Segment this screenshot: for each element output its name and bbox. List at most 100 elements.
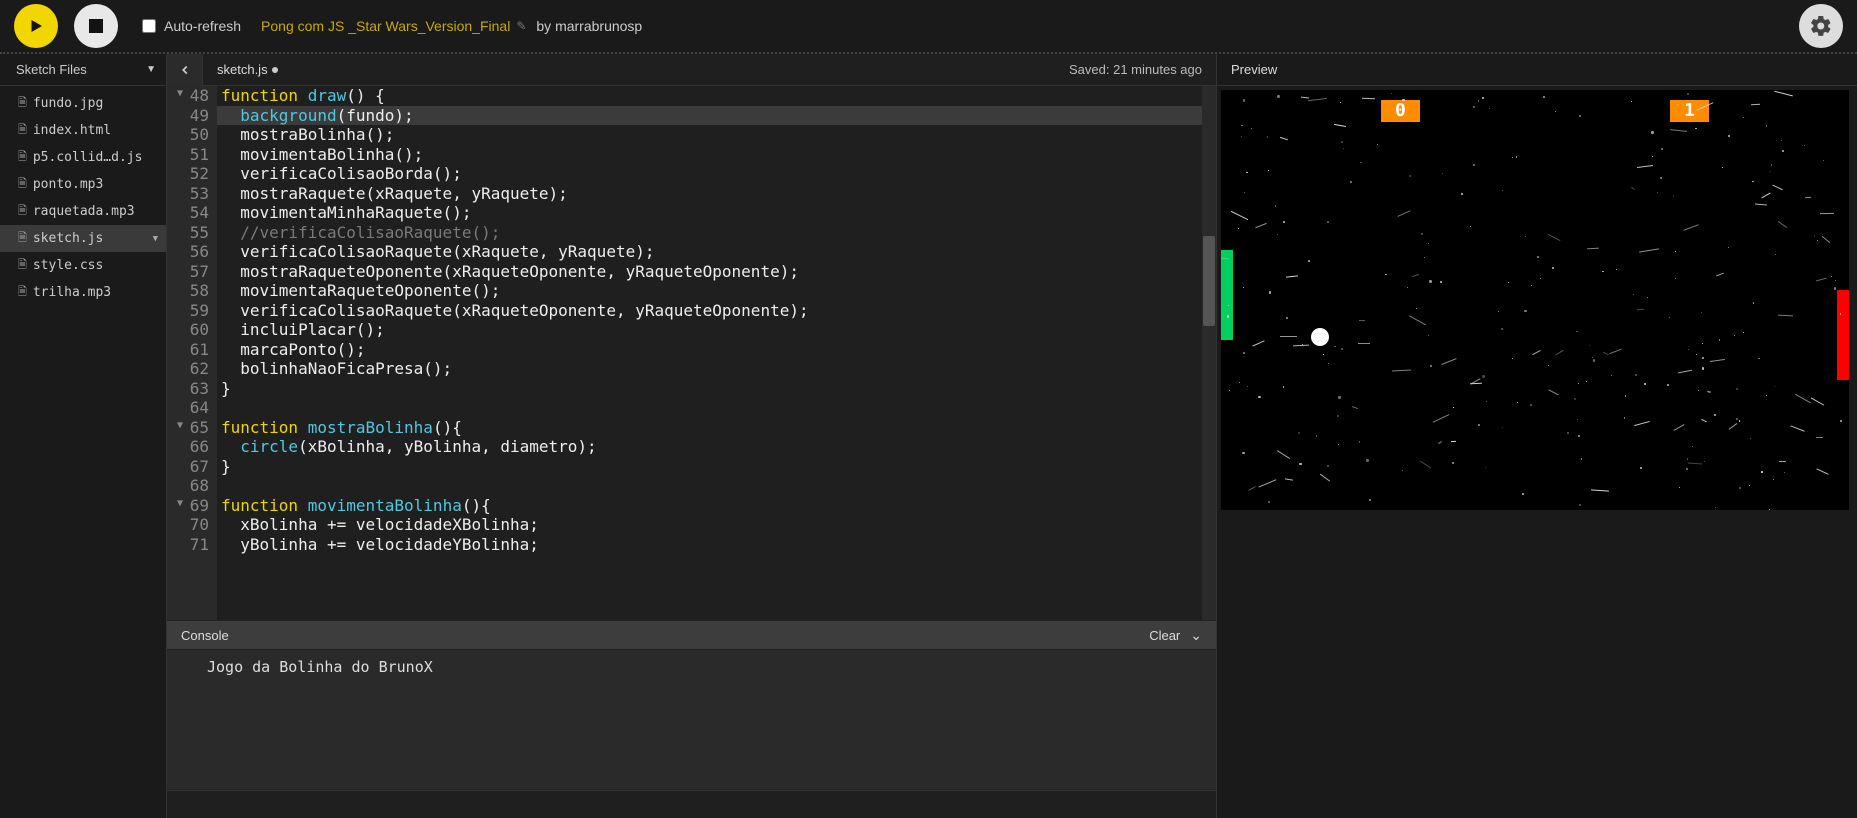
star	[1283, 221, 1285, 223]
preview-canvas[interactable]: 0 1	[1221, 90, 1849, 510]
file-sidebar: Sketch Files ▼ 🗎fundo.jpg🗎index.html🗎p5.…	[0, 54, 166, 818]
file-item[interactable]: 🗎style.css	[0, 252, 166, 279]
star	[1508, 282, 1509, 283]
chevron-down-icon[interactable]: ⌄	[1190, 627, 1202, 644]
file-item[interactable]: 🗎ponto.mp3	[0, 171, 166, 198]
star	[1341, 141, 1343, 143]
scrollbar-thumb[interactable]	[1203, 236, 1215, 326]
code-line[interactable]: xBolinha += velocidadeXBolinha;	[217, 515, 1202, 535]
file-item[interactable]: 🗎raquetada.mp3	[0, 198, 166, 225]
vertical-scrollbar[interactable]	[1202, 86, 1216, 620]
star	[1552, 267, 1554, 269]
code-line[interactable]: circle(xBolinha, yBolinha, diametro);	[217, 437, 1202, 457]
code-line[interactable]: function draw() {	[217, 86, 1202, 106]
code-line[interactable]: function movimentaBolinha(){	[217, 496, 1202, 516]
code-line[interactable]	[217, 476, 1202, 496]
star	[1719, 339, 1720, 340]
star	[1766, 395, 1768, 397]
console-header: Console Clear ⌄	[167, 620, 1216, 650]
fold-icon[interactable]: ▼	[177, 498, 183, 510]
code-line[interactable]: mostraRaquete(xRaquete, yRaquete);	[217, 184, 1202, 204]
star	[1451, 441, 1456, 442]
star	[1461, 193, 1463, 195]
star	[1385, 274, 1387, 276]
collapse-sidebar-button[interactable]	[167, 54, 203, 86]
file-item[interactable]: 🗎p5.collid…d.js	[0, 144, 166, 171]
code-line[interactable]: background(fundo);	[217, 106, 1202, 126]
code-line[interactable]: }	[217, 457, 1202, 477]
code-line[interactable]: mostraBolinha();	[217, 125, 1202, 145]
play-button[interactable]	[14, 4, 58, 48]
code-line[interactable]: mostraRaqueteOponente(xRaqueteOponente, …	[217, 262, 1202, 282]
code-line[interactable]: yBolinha += velocidadeYBolinha;	[217, 535, 1202, 555]
code-line[interactable]	[217, 398, 1202, 418]
star	[1778, 221, 1788, 228]
code-editor[interactable]: ▼4849505152535455565758596061626364▼6566…	[167, 86, 1216, 620]
fold-icon[interactable]: ▼	[177, 420, 183, 432]
settings-button[interactable]	[1799, 4, 1843, 48]
star	[1277, 95, 1279, 97]
code-body[interactable]: function draw() { background(fundo); mos…	[217, 86, 1202, 620]
star	[1794, 394, 1810, 404]
console-input[interactable]	[167, 790, 1216, 818]
star	[1537, 256, 1539, 258]
star	[1771, 164, 1772, 165]
code-line[interactable]: verificaColisaoRaquete(xRaqueteOponente,…	[217, 301, 1202, 321]
chevron-down-icon[interactable]: ▼	[146, 64, 156, 75]
star	[1784, 472, 1785, 473]
project-name[interactable]: Pong com JS _Star Wars_Version_Final	[261, 18, 510, 34]
fold-icon[interactable]: ▼	[177, 88, 183, 100]
saved-status: Saved: 21 minutes ago	[1069, 62, 1202, 77]
star	[1486, 401, 1487, 402]
code-line[interactable]: }	[217, 379, 1202, 399]
auto-refresh-checkbox[interactable]	[142, 19, 156, 33]
stop-button[interactable]	[74, 4, 118, 48]
star	[1835, 280, 1836, 281]
gear-icon	[1809, 14, 1833, 38]
star	[1779, 461, 1786, 462]
star	[1577, 419, 1578, 420]
star	[1736, 388, 1738, 390]
code-line[interactable]: //verificaColisaoRaquete();	[217, 223, 1202, 243]
file-item[interactable]: 🗎index.html	[0, 117, 166, 144]
star	[1243, 99, 1245, 101]
star	[1244, 192, 1245, 193]
star	[1308, 98, 1327, 101]
star	[1548, 389, 1559, 395]
star	[1683, 224, 1699, 231]
chevron-down-icon[interactable]: ▼	[153, 234, 158, 244]
code-line[interactable]: movimentaMinhaRaquete();	[217, 203, 1202, 223]
code-line[interactable]: incluiPlacar();	[217, 320, 1202, 340]
file-icon: 🗎	[18, 121, 27, 140]
code-line[interactable]: verificaColisaoBorda();	[217, 164, 1202, 184]
star	[1275, 205, 1277, 207]
code-line[interactable]: movimentaRaqueteOponente();	[217, 281, 1202, 301]
console-clear-button[interactable]: Clear	[1149, 628, 1180, 643]
file-item[interactable]: 🗎trilha.mp3	[0, 279, 166, 306]
file-icon: 🗎	[18, 256, 27, 275]
star	[1708, 391, 1710, 393]
star	[1679, 487, 1680, 488]
code-line[interactable]: verificaColisaoRaquete(xRaquete, yRaquet…	[217, 242, 1202, 262]
auto-refresh-toggle[interactable]: Auto-refresh	[142, 18, 241, 34]
author-link[interactable]: marrabrunosp	[555, 18, 642, 34]
code-line[interactable]: movimentaBolinha();	[217, 145, 1202, 165]
code-line[interactable]: marcaPonto();	[217, 340, 1202, 360]
star	[1473, 164, 1475, 166]
code-line[interactable]: bolinhaNaoFicaPresa();	[217, 359, 1202, 379]
star	[1831, 276, 1833, 278]
active-tab[interactable]: sketch.js	[203, 62, 292, 77]
star	[1239, 382, 1240, 383]
sidebar-header[interactable]: Sketch Files ▼	[0, 54, 166, 86]
star	[1644, 383, 1646, 385]
edit-name-icon[interactable]: ✎	[516, 19, 526, 33]
file-item[interactable]: 🗎fundo.jpg	[0, 90, 166, 117]
star	[1255, 223, 1267, 228]
star	[1409, 316, 1427, 326]
star	[1323, 354, 1324, 355]
star	[1722, 167, 1723, 168]
file-item[interactable]: 🗎sketch.js▼	[0, 225, 166, 252]
star	[1470, 226, 1471, 227]
star	[1611, 375, 1612, 376]
code-line[interactable]: function mostraBolinha(){	[217, 418, 1202, 438]
